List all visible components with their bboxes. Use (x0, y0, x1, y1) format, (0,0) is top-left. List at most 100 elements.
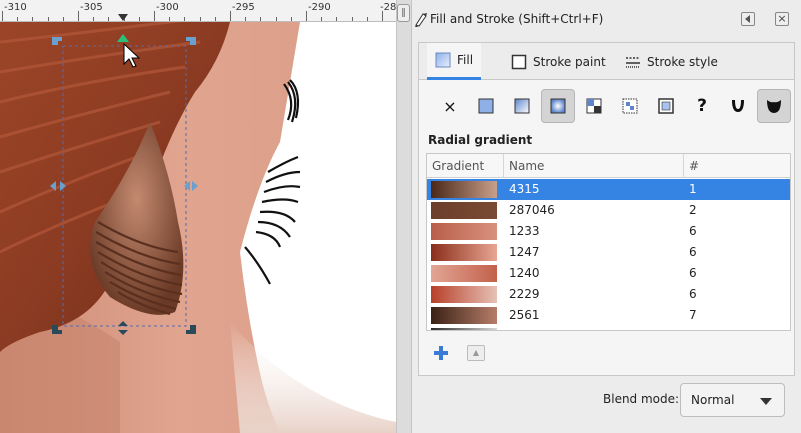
gradient-swatch (431, 202, 497, 219)
fill-stroke-notebook: Fill Stroke paint Stroke style × ? Radia… (418, 42, 795, 376)
ruler-tick (351, 17, 353, 21)
ruler-tick (62, 17, 64, 21)
tab-stroke-style[interactable]: Stroke style (617, 43, 726, 80)
gradient-use-count: 2 (689, 203, 697, 217)
blend-mode-label: Blend mode: (603, 392, 680, 406)
canvas-area[interactable]: -310 -305 -300 -295 -290 -28 (0, 0, 396, 433)
column-header-count[interactable]: # (689, 159, 699, 173)
gradient-use-count: 6 (689, 266, 697, 280)
blend-mode-select[interactable]: Normal (680, 383, 785, 417)
ruler-tick (336, 17, 338, 21)
fill-stroke-icon (415, 13, 427, 27)
mesh-gradient-icon (658, 98, 674, 114)
ruler-tick (2, 11, 3, 21)
plus-icon (434, 346, 448, 360)
radial-gradient-button[interactable] (541, 89, 575, 123)
dock-handle-icon[interactable]: ‖ (397, 4, 410, 22)
ruler-label: -300 (156, 2, 179, 13)
dialog-title: Fill and Stroke (Shift+Ctrl+F) (430, 12, 604, 26)
swatch-button[interactable] (613, 89, 647, 123)
horizontal-ruler[interactable]: -310 -305 -300 -295 -290 -28 (0, 0, 396, 22)
drawing-canvas[interactable] (0, 22, 396, 433)
ruler-label: -295 (232, 2, 255, 13)
ruler-tick (260, 17, 262, 21)
gradient-swatch (431, 328, 497, 330)
ruler-tick (47, 17, 49, 21)
ruler-tick (199, 17, 201, 21)
ruler-tick (78, 11, 79, 21)
fill-rule-nonzero-button[interactable] (757, 89, 791, 123)
column-separator (683, 154, 684, 178)
gradient-swatch (431, 244, 497, 261)
panel-divider[interactable] (396, 0, 412, 433)
column-separator (503, 154, 504, 178)
gradient-list-header: Gradient Name # (427, 154, 790, 178)
ruler-tick (245, 17, 247, 21)
column-header-gradient[interactable]: Gradient (432, 159, 484, 173)
stroke-style-icon (626, 56, 640, 68)
tab-stroke-paint[interactable]: Stroke paint (503, 43, 614, 80)
mesh-gradient-button[interactable] (649, 89, 683, 123)
gradient-swatch (431, 307, 497, 324)
fill-rule-evenodd-button[interactable] (721, 89, 755, 123)
tab-bar: Fill Stroke paint Stroke style (419, 43, 794, 80)
ruler-tick (138, 17, 140, 21)
unset-paint-button[interactable]: ? (685, 89, 719, 123)
ruler-tick (169, 17, 171, 21)
delete-gradient-button[interactable]: ▲ (467, 345, 485, 361)
gradient-row[interactable]: 1240 6 (427, 263, 790, 284)
gradient-name: 1233 (509, 224, 540, 238)
swatch-icon (622, 98, 638, 114)
ruler-tick (230, 11, 231, 21)
tab-label: Stroke paint (533, 54, 606, 69)
ruler-tick (306, 11, 307, 21)
add-gradient-button[interactable] (433, 345, 449, 361)
gradient-swatch (431, 265, 497, 282)
ruler-label: -290 (308, 2, 331, 13)
gradient-list[interactable]: Gradient Name # 4315 1 287046 2 1233 6 1247 6 12… (426, 153, 791, 331)
gradient-row-partial[interactable] (427, 326, 790, 330)
ruler-tick (366, 17, 368, 21)
flat-color-button[interactable] (469, 89, 503, 123)
stroke-paint-icon (511, 54, 527, 69)
ruler-tick (184, 17, 186, 21)
tab-label: Fill (457, 53, 474, 67)
ruler-position-marker (118, 14, 128, 21)
radial-gradient-icon (550, 98, 566, 114)
gradient-section-label: Radial gradient (428, 133, 533, 147)
fill-icon (435, 52, 451, 68)
tab-label: Stroke style (647, 54, 718, 69)
gradient-name: 2229 (509, 287, 540, 301)
gradient-use-count: 7 (689, 308, 697, 322)
ruler-tick (17, 17, 19, 21)
no-paint-icon: × (443, 96, 457, 116)
dialog-titlebar: Fill and Stroke (Shift+Ctrl+F) × (412, 8, 801, 30)
gradient-row[interactable]: 2229 6 (427, 284, 790, 305)
tab-fill[interactable]: Fill (427, 43, 482, 80)
gradient-row[interactable]: 4315 1 (427, 179, 790, 200)
close-dialog-button[interactable]: × (775, 12, 789, 26)
gradient-name: 1240 (509, 266, 540, 280)
ruler-tick (382, 11, 383, 21)
no-paint-button[interactable]: × (433, 89, 467, 123)
blend-mode-value: Normal (691, 393, 735, 407)
unset-paint-icon: ? (697, 96, 707, 116)
gradient-swatch (431, 181, 497, 198)
ruler-label: -310 (4, 2, 27, 13)
gradient-row[interactable]: 1233 6 (427, 221, 790, 242)
pattern-button[interactable] (577, 89, 611, 123)
gradient-name: 4315 (509, 182, 540, 196)
linear-gradient-button[interactable] (505, 89, 539, 123)
ruler-tick (32, 17, 34, 21)
ruler-tick (93, 17, 95, 21)
column-header-name[interactable]: Name (509, 159, 544, 173)
gradient-name: 1247 (509, 245, 540, 259)
iconify-dialog-button[interactable] (741, 12, 755, 26)
chevron-down-icon (760, 398, 772, 405)
gradient-row[interactable]: 1247 6 (427, 242, 790, 263)
ruler-tick (108, 17, 110, 21)
pattern-icon (586, 98, 602, 114)
gradient-row[interactable]: 287046 2 (427, 200, 790, 221)
gradient-row[interactable]: 2561 7 (427, 305, 790, 326)
gradient-use-count: 6 (689, 245, 697, 259)
